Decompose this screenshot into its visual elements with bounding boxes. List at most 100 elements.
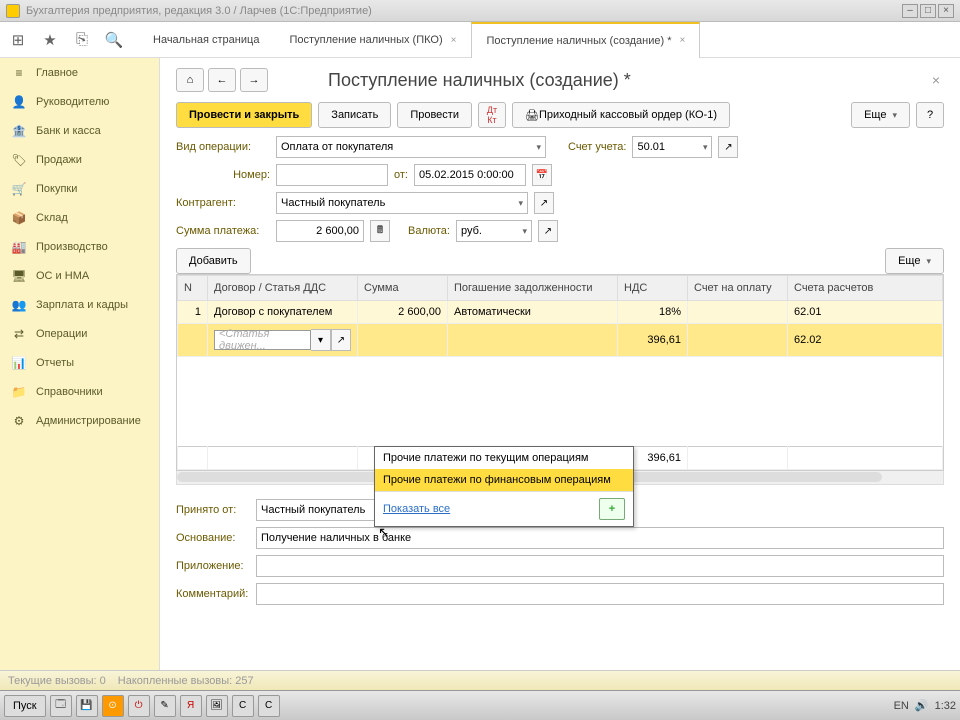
sidebar-item-label: Производство <box>36 241 108 253</box>
contragent-select[interactable]: Частный покупатель▾ <box>276 192 528 214</box>
currency-select[interactable]: руб.▾ <box>456 220 532 242</box>
calc-button[interactable]: 🖩 <box>370 220 390 242</box>
col-invoice[interactable]: Счет на оплату <box>688 276 788 301</box>
input-value: Частный покупатель <box>261 504 365 516</box>
sidebar-item-assets[interactable]: 🖥ОС и НМА <box>0 261 159 290</box>
taskbar-app[interactable]: C <box>232 695 254 717</box>
tab-pko[interactable]: Поступление наличных (ПКО)× <box>274 22 471 58</box>
sum-input[interactable]: 2 600,00 <box>276 220 364 242</box>
tray-icon[interactable]: 🔊 <box>915 699 929 712</box>
print-button[interactable]: 🖨 Приходный кассовый ордер (КО-1) <box>512 102 730 128</box>
start-button[interactable]: Пуск <box>4 695 46 717</box>
open-account-button[interactable]: ↗ <box>718 136 738 158</box>
chart-icon: 📊 <box>10 356 28 370</box>
sidebar-item-admin[interactable]: ⚙Администрирование <box>0 406 159 435</box>
minimize-button[interactable]: ‒ <box>902 4 918 18</box>
favorite-icon[interactable]: ★ <box>36 26 64 54</box>
add-row-button[interactable]: Добавить <box>176 248 251 274</box>
dds-open-button[interactable]: ↗ <box>331 329 351 351</box>
post-button[interactable]: Провести <box>397 102 472 128</box>
col-n[interactable]: N <box>178 276 208 301</box>
col-accounts[interactable]: Счета расчетов <box>788 276 943 301</box>
dtkt-button[interactable]: ДтКт <box>478 102 506 128</box>
dds-dropdown-button[interactable]: ▾ <box>311 329 331 351</box>
apps-icon[interactable]: ⊞ <box>4 26 32 54</box>
account-select[interactable]: 50.01▾ <box>632 136 712 158</box>
cell-contract: Договор с покупателем <box>208 301 358 324</box>
status-calls: Текущие вызовы: 0 <box>8 675 106 687</box>
home-button[interactable]: ⌂ <box>176 68 204 92</box>
sidebar-item-main[interactable]: ≡Главное <box>0 58 159 87</box>
attach-input[interactable] <box>256 555 944 577</box>
dropdown-option-selected[interactable]: Прочие платежи по финансовым операциям <box>375 469 633 491</box>
op-type-label: Вид операции: <box>176 141 270 153</box>
basis-input[interactable]: Получение наличных в банке <box>256 527 944 549</box>
sidebar-item-reports[interactable]: 📊 Отчеты <box>0 348 159 377</box>
sidebar-item-label: Отчеты <box>36 357 74 369</box>
taskbar-app[interactable]: Я <box>180 695 202 717</box>
tab-create[interactable]: Поступление наличных (создание) *× <box>471 22 700 58</box>
sidebar-item-purchase[interactable]: 🛒Покупки <box>0 174 159 203</box>
back-button[interactable]: ← <box>208 68 236 92</box>
open-contragent-button[interactable]: ↗ <box>534 192 554 214</box>
maximize-button[interactable]: □ <box>920 4 936 18</box>
table-row-sub[interactable]: <Статья движен... ▾ ↗ 396,61 62.02 <box>178 324 943 357</box>
post-close-button[interactable]: Провести и закрыть <box>176 102 312 128</box>
sidebar: ≡Главное 👤Руководителю 🏦Банк и касса 🏷Пр… <box>0 58 160 690</box>
close-icon[interactable]: × <box>451 35 457 46</box>
sidebar-item-production[interactable]: 🏭Производство <box>0 232 159 261</box>
forward-button[interactable]: → <box>240 68 268 92</box>
table-row[interactable]: 1 Договор с покупателем 2 600,00 Автомат… <box>178 301 943 324</box>
col-vat[interactable]: НДС <box>618 276 688 301</box>
cell-vat-sum: 396,61 <box>618 324 688 357</box>
taskbar-app[interactable]: 💾 <box>76 695 98 717</box>
sidebar-item-sales[interactable]: 🏷Продажи <box>0 145 159 174</box>
save-button[interactable]: Записать <box>318 102 391 128</box>
lang-indicator[interactable]: EN <box>894 700 909 712</box>
sidebar-item-bank[interactable]: 🏦Банк и касса <box>0 116 159 145</box>
search-icon[interactable]: 🔍 <box>100 26 128 54</box>
more-button[interactable]: Еще <box>851 102 910 128</box>
cell-acc: 62.01 <box>788 301 943 324</box>
table-more-button[interactable]: Еще <box>885 248 944 274</box>
add-option-button[interactable]: + <box>599 498 625 520</box>
close-button[interactable]: × <box>938 4 954 18</box>
taskbar-app[interactable]: 🖼 <box>206 695 228 717</box>
col-repay[interactable]: Погашение задолженности <box>448 276 618 301</box>
date-input[interactable]: 05.02.2015 0:00:00 <box>414 164 526 186</box>
sum-label: Сумма платежа: <box>176 225 270 237</box>
comment-input[interactable] <box>256 583 944 605</box>
clock[interactable]: 1:32 <box>935 700 956 712</box>
open-currency-button[interactable]: ↗ <box>538 220 558 242</box>
dds-input[interactable]: <Статья движен... <box>214 330 311 350</box>
calendar-button[interactable]: 📅 <box>532 164 552 186</box>
currency-label: Валюта: <box>408 225 450 237</box>
number-input[interactable] <box>276 164 388 186</box>
taskbar-app[interactable]: ⊙ <box>102 695 124 717</box>
button-label: Пуск <box>13 700 37 712</box>
sidebar-item-refs[interactable]: 📁Справочники <box>0 377 159 406</box>
show-all-link[interactable]: Показать все <box>383 503 450 515</box>
sidebar-item-ops[interactable]: ⇄Операции <box>0 319 159 348</box>
sidebar-item-manager[interactable]: 👤Руководителю <box>0 87 159 116</box>
account-label: Счет учета: <box>568 141 626 153</box>
taskbar-app[interactable]: 🗔 <box>50 695 72 717</box>
op-type-select[interactable]: Оплата от покупателя▾ <box>276 136 546 158</box>
help-button[interactable]: ? <box>916 102 944 128</box>
dds-dropdown-popup: Прочие платежи по текущим операциям Проч… <box>374 446 634 527</box>
input-value: 05.02.2015 0:00:00 <box>419 169 514 181</box>
tab-home[interactable]: Начальная страница <box>138 22 274 58</box>
dropdown-option[interactable]: Прочие платежи по текущим операциям <box>375 447 633 469</box>
taskbar-app[interactable]: ⏻ <box>128 695 150 717</box>
taskbar-app[interactable]: ✎ <box>154 695 176 717</box>
sidebar-item-salary[interactable]: 👥Зарплата и кадры <box>0 290 159 319</box>
col-sum[interactable]: Сумма <box>358 276 448 301</box>
status-accum: Накопленные вызовы: 257 <box>118 675 254 687</box>
close-icon[interactable]: × <box>680 35 686 46</box>
history-icon[interactable]: ⎘ <box>68 26 96 54</box>
taskbar-app[interactable]: C <box>258 695 280 717</box>
col-contract[interactable]: Договор / Статья ДДС <box>208 276 358 301</box>
sidebar-item-warehouse[interactable]: 📦Склад <box>0 203 159 232</box>
close-page-button[interactable]: × <box>928 68 944 92</box>
chevron-down-icon: ▾ <box>703 142 708 153</box>
